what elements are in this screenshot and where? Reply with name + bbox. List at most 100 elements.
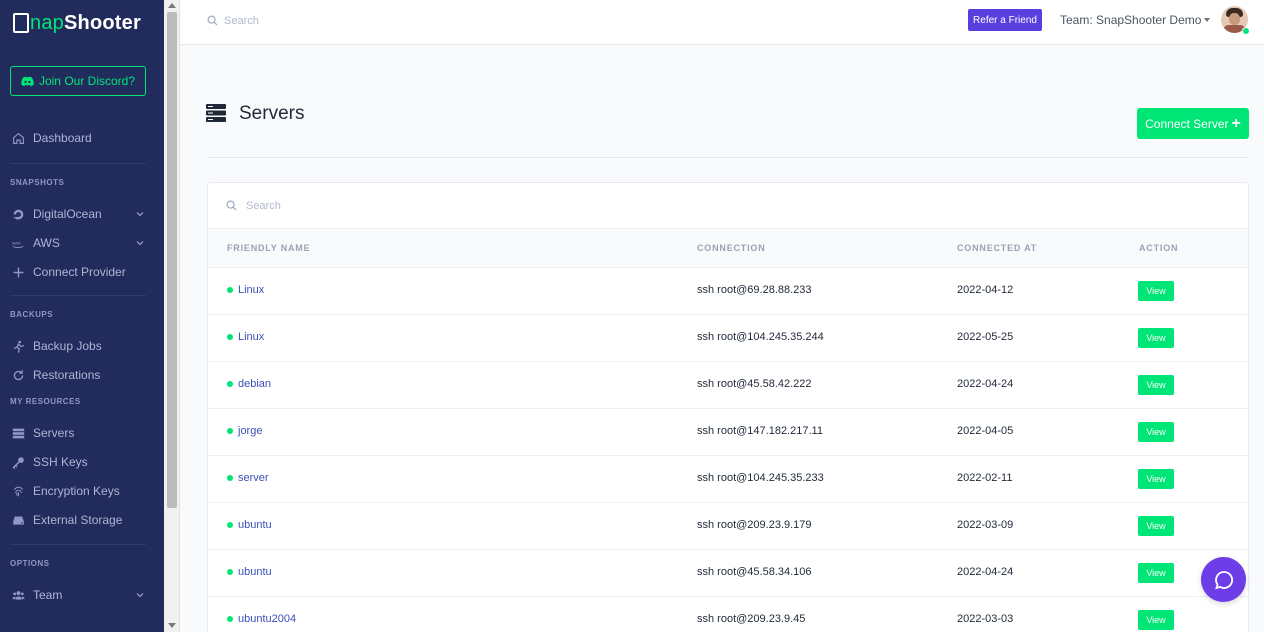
connected-date: 2022-04-24 [957,378,1014,390]
sidebar-item-servers[interactable]: Servers [10,422,150,444]
table-row: Linux ssh root@104.245.35.244 2022-05-25… [208,315,1248,362]
sidebar-item-external-storage[interactable]: External Storage [10,509,150,531]
connection-string: ssh root@104.245.35.233 [697,472,824,484]
table-row: ubuntu ssh root@209.23.9.179 2022-03-09 … [208,503,1248,550]
sidebar-item-dashboard[interactable]: Dashboard [10,127,150,149]
header-divider [207,157,1248,158]
view-button[interactable]: View [1138,469,1174,489]
server-name-link[interactable]: ubuntu2004 [227,613,296,625]
svg-text:aws: aws [12,241,21,246]
fingerprint-icon [10,483,26,499]
server-name-link[interactable]: server [227,472,269,484]
view-button[interactable]: View [1138,375,1174,395]
table-row: ubuntu ssh root@45.58.34.106 2022-04-24 … [208,550,1248,597]
logo-mark [13,13,29,33]
aws-icon: aws [10,235,26,251]
sidebar-item-aws[interactable]: aws AWS [10,232,150,254]
view-button[interactable]: View [1138,563,1174,583]
plus-icon: + [1231,114,1241,132]
column-header-connected-at[interactable]: CONNECTED AT [957,243,1037,253]
sidebar-item-connect-provider[interactable]: Connect Provider [10,261,150,283]
sidebar-divider [10,163,146,164]
search-icon [226,200,237,211]
connect-server-label: Connect Server [1145,116,1229,131]
scroll-up-arrow[interactable] [168,3,176,8]
help-chat-button[interactable] [1201,557,1246,602]
chat-icon [1214,570,1233,589]
chevron-down-icon [136,593,144,598]
section-backups: BACKUPS [10,310,54,319]
column-header-friendly-name[interactable]: FRIENDLY NAME [227,243,310,253]
sidebar-item-encryption-keys[interactable]: Encryption Keys [10,480,150,502]
page-title: Servers [239,103,305,124]
status-dot [227,522,233,528]
global-search-input[interactable] [224,12,524,30]
connected-date: 2022-03-03 [957,613,1014,625]
sidebar-item-label: SSH Keys [33,455,88,469]
sidebar-item-backup-jobs[interactable]: Backup Jobs [10,335,150,357]
sidebar-item-restorations[interactable]: Restorations [10,364,150,386]
digitalocean-icon [10,206,26,222]
home-icon [10,130,26,146]
server-name-link[interactable]: debian [227,378,271,390]
sidebar-item-label: Connect Provider [33,265,126,279]
status-dot [227,381,233,387]
sidebar-item-label: Dashboard [33,131,92,145]
server-name: debian [238,378,272,390]
column-header-connection[interactable]: CONNECTION [697,243,766,253]
table-header: FRIENDLY NAME CONNECTION CONNECTED AT AC… [208,228,1248,268]
table-search-input[interactable] [246,197,646,215]
table-row: Linux ssh root@69.28.88.233 2022-04-12 V… [208,268,1248,315]
view-button[interactable]: View [1138,422,1174,442]
sidebar-item-digitalocean[interactable]: DigitalOcean [10,203,150,225]
key-icon [10,454,26,470]
brand-logo[interactable]: nap Shooter [13,9,141,37]
server-name-link[interactable]: ubuntu [227,519,272,531]
server-name: Linux [238,331,265,343]
server-name: ubuntu [238,566,272,578]
connection-string: ssh root@45.58.34.106 [697,566,812,578]
join-discord-button[interactable]: Join Our Discord? [10,66,146,96]
scrollbar-thumb[interactable] [167,12,177,508]
sidebar-item-label: DigitalOcean [33,207,102,221]
refer-friend-button[interactable]: Refer a Friend [968,9,1042,31]
servers-table-card: FRIENDLY NAME CONNECTION CONNECTED AT AC… [207,182,1249,632]
view-button[interactable]: View [1138,610,1174,630]
sidebar-divider [10,295,146,296]
connection-string: ssh root@104.245.35.244 [697,331,824,343]
team-selector[interactable]: Team: SnapShooter Demo [1060,13,1211,27]
column-header-action: ACTION [1139,243,1179,253]
server-name-link[interactable]: Linux [227,331,264,343]
sidebar-item-label: Servers [33,426,75,440]
team-selector-label: Team: SnapShooter Demo [1060,13,1202,27]
server-name-link[interactable]: Linux [227,284,264,296]
refresh-icon [10,367,26,383]
online-status-dot [1242,27,1250,35]
status-dot [227,287,233,293]
server-name-link[interactable]: jorge [227,425,262,437]
server-name-link[interactable]: ubuntu [227,566,272,578]
view-button[interactable]: View [1138,328,1174,348]
running-icon [10,338,26,354]
sidebar-item-team[interactable]: Team [10,584,150,606]
sidebar-divider [10,544,146,545]
connected-date: 2022-03-09 [957,519,1014,531]
sidebar-item-label: Encryption Keys [33,484,120,498]
chevron-down-icon [136,212,144,217]
top-bar: Refer a Friend Team: SnapShooter Demo [180,0,1264,45]
section-my-resources: MY RESOURCES [10,397,81,406]
search-icon [207,15,218,26]
connect-server-button[interactable]: Connect Server + [1137,108,1249,139]
sidebar-item-label: Backup Jobs [33,339,102,353]
server-name: ubuntu [238,519,272,531]
scroll-down-arrow[interactable] [168,623,176,628]
sidebar-scrollbar[interactable] [164,0,180,632]
chevron-down-icon [136,241,144,246]
connection-string: ssh root@209.23.9.45 [697,613,806,625]
server-icon [206,104,226,122]
sidebar-item-ssh-keys[interactable]: SSH Keys [10,451,150,473]
view-button[interactable]: View [1138,516,1174,536]
connection-string: ssh root@147.182.217.11 [697,425,823,437]
server-name: jorge [238,425,263,437]
view-button[interactable]: View [1138,281,1174,301]
